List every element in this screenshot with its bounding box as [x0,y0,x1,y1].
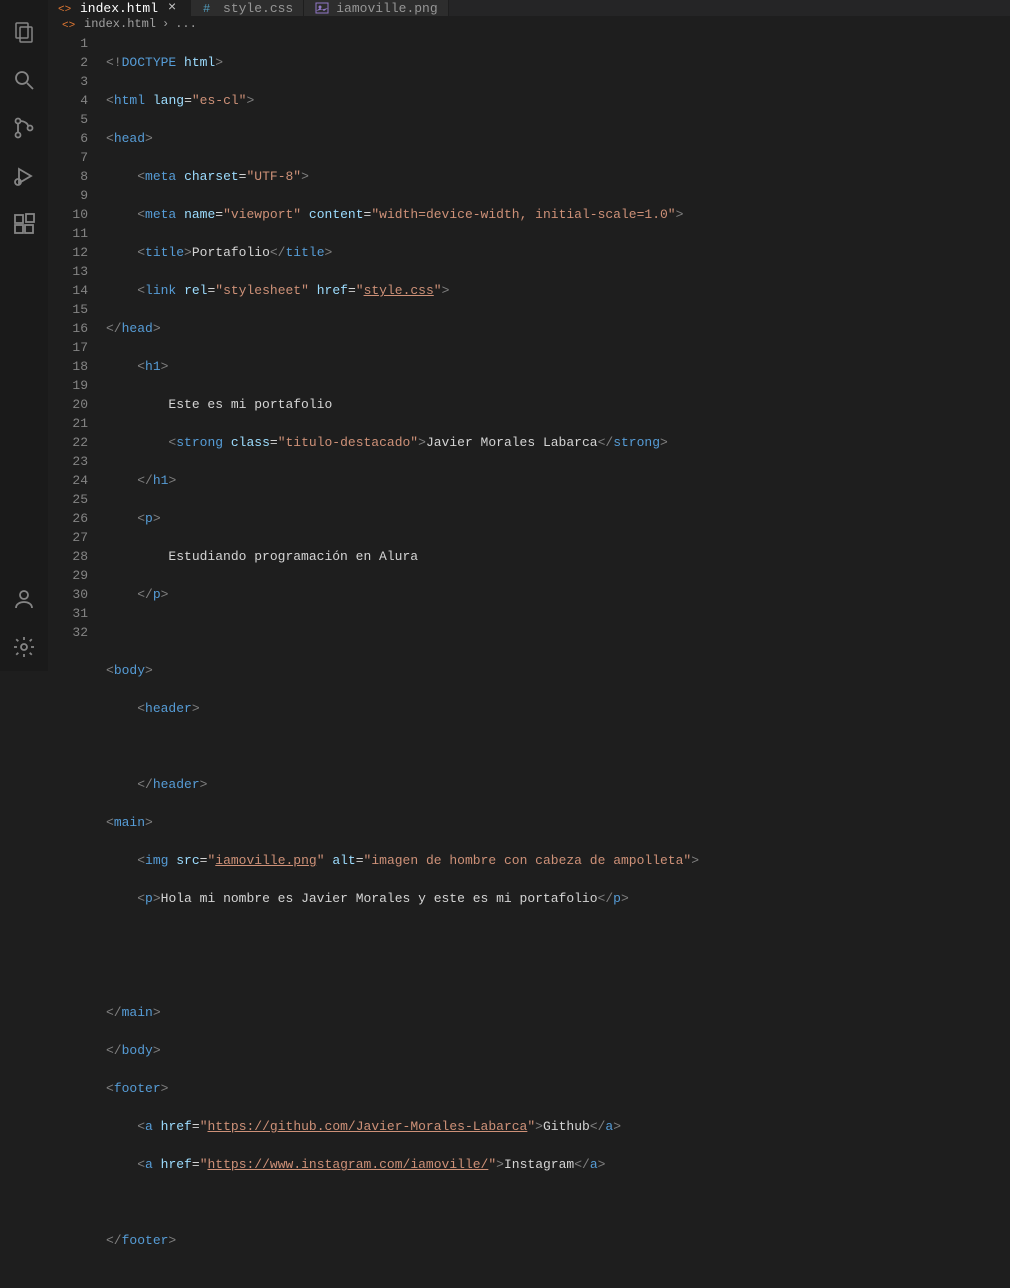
html-file-icon: <> [62,16,78,32]
extensions-icon[interactable] [0,200,48,248]
html-file-icon: <> [58,0,74,16]
breadcrumb-file: index.html [84,17,156,31]
svg-text:#: # [203,2,210,16]
breadcrumb-ellipsis: ... [175,17,197,31]
css-file-icon: # [201,0,217,16]
search-icon[interactable] [0,56,48,104]
accounts-icon[interactable] [0,575,48,623]
run-debug-icon[interactable] [0,152,48,200]
settings-icon[interactable] [0,623,48,671]
activity-bar [0,0,48,671]
close-icon[interactable]: × [164,0,180,16]
tab-index-html[interactable]: <> index.html × [48,0,191,16]
line-numbers: 1234567891011121314151617181920212223242… [48,32,106,1288]
tab-label: index.html [80,1,158,16]
tab-label: iamoville.png [336,1,437,16]
editor-group: <> index.html × # style.css iamoville.pn… [48,0,1010,671]
svg-text:<>: <> [58,4,71,16]
image-file-icon [314,0,330,16]
overview-ruler[interactable] [996,32,1010,1288]
svg-text:<>: <> [62,20,75,32]
tab-bar: <> index.html × # style.css iamoville.pn… [48,0,1010,16]
explorer-icon[interactable] [0,8,48,56]
code-editor[interactable]: 1234567891011121314151617181920212223242… [48,32,1010,1288]
tab-style-css[interactable]: # style.css [191,0,304,16]
tab-label: style.css [223,1,293,16]
breadcrumb[interactable]: <> index.html › ... [48,16,1010,32]
code-content[interactable]: <!DOCTYPE html> <html lang="es-cl"> <hea… [106,32,996,1288]
source-control-icon[interactable] [0,104,48,152]
breadcrumb-separator: › [162,17,169,31]
tab-iamoville-png[interactable]: iamoville.png [304,0,448,16]
